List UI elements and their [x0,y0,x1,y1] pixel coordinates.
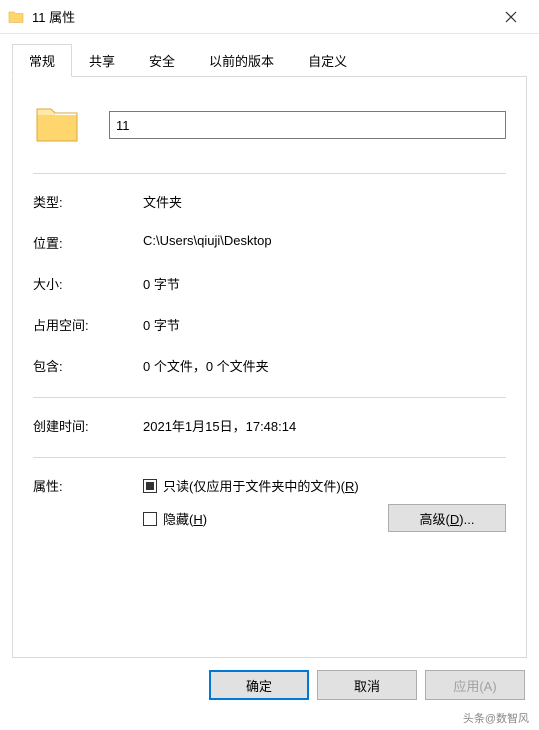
separator [33,173,506,174]
value-created: 2021年1月15日，17:48:14 [143,416,506,435]
row-size: 大小: 0 字节 [33,274,506,293]
close-icon [505,11,517,23]
row-location: 位置: C:\Users\qiuji\Desktop [33,233,506,252]
readonly-row: 只读(仅应用于文件夹中的文件)(R) [143,476,506,495]
titlebar: 11 属性 [0,0,539,34]
tab-security[interactable]: 安全 [132,44,192,76]
window-title: 11 属性 [32,7,491,26]
row-contains: 包含: 0 个文件，0 个文件夹 [33,356,506,375]
readonly-checkbox[interactable] [143,479,157,493]
tab-strip: 常规 共享 安全 以前的版本 自定义 [12,44,527,76]
folder-name-input[interactable] [109,111,506,139]
label-contains: 包含: [33,356,143,375]
hidden-checkbox[interactable] [143,512,157,526]
label-type: 类型: [33,192,143,211]
tab-sharing[interactable]: 共享 [72,44,132,76]
separator [33,457,506,458]
label-size-on-disk: 占用空间: [33,315,143,334]
separator [33,397,506,398]
dialog-body: 常规 共享 安全 以前的版本 自定义 类型: 文件夹 位置: C:\Users\… [0,34,539,658]
cancel-button[interactable]: 取消 [317,670,417,700]
label-location: 位置: [33,233,143,252]
value-size: 0 字节 [143,274,506,293]
dialog-button-row: 确定 取消 应用(A) [0,658,539,712]
value-type: 文件夹 [143,192,506,211]
label-created: 创建时间: [33,416,143,435]
hidden-label[interactable]: 隐藏(H) [163,509,207,528]
tab-general[interactable]: 常规 [12,44,72,77]
label-size: 大小: [33,274,143,293]
value-size-on-disk: 0 字节 [143,315,506,334]
attributes-section: 属性: 只读(仅应用于文件夹中的文件)(R) 隐藏(H) 高级(D)... [33,476,506,532]
watermark: 头条@数智风 [463,710,529,726]
folder-icon [8,9,24,25]
tab-custom[interactable]: 自定义 [291,44,364,76]
folder-icon-large [33,101,81,149]
readonly-label[interactable]: 只读(仅应用于文件夹中的文件)(R) [163,476,359,495]
attributes-controls: 只读(仅应用于文件夹中的文件)(R) 隐藏(H) 高级(D)... [143,476,506,532]
tab-content-general: 类型: 文件夹 位置: C:\Users\qiuji\Desktop 大小: 0… [12,76,527,658]
label-attributes: 属性: [33,476,143,532]
row-type: 类型: 文件夹 [33,192,506,211]
header-row [33,101,506,149]
apply-button[interactable]: 应用(A) [425,670,525,700]
ok-button[interactable]: 确定 [209,670,309,700]
value-location: C:\Users\qiuji\Desktop [143,233,506,252]
advanced-button[interactable]: 高级(D)... [388,504,506,532]
row-created: 创建时间: 2021年1月15日，17:48:14 [33,416,506,435]
tab-previous-versions[interactable]: 以前的版本 [192,44,291,76]
value-contains: 0 个文件，0 个文件夹 [143,356,506,375]
row-size-on-disk: 占用空间: 0 字节 [33,315,506,334]
close-button[interactable] [491,0,531,33]
